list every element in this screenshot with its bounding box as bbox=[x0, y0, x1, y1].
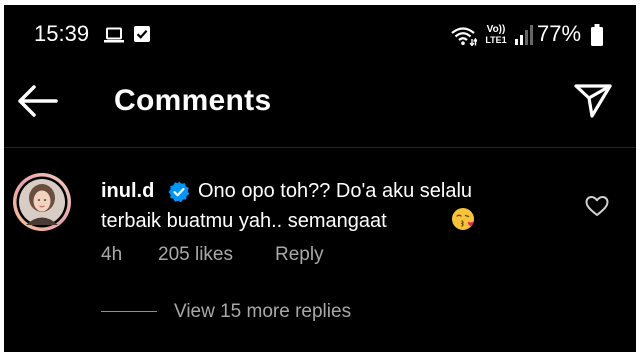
comment-text-line-1: Ono opo toh?? Do'a aku selalu bbox=[198, 180, 473, 202]
volte-bottom-text: LTE1 bbox=[485, 35, 506, 45]
header-divider bbox=[4, 147, 636, 148]
face-blowing-kiss-emoji-icon bbox=[452, 208, 474, 230]
checkbox-icon bbox=[134, 26, 150, 42]
replies-divider-line bbox=[101, 311, 157, 312]
paper-plane-icon bbox=[574, 84, 612, 118]
comment-text-line-2: terbaik buatmu yah.. semangaat bbox=[101, 210, 387, 232]
like-comment-button[interactable] bbox=[584, 194, 610, 218]
arrow-left-icon bbox=[18, 85, 58, 117]
heart-outline-icon bbox=[585, 196, 609, 216]
comment-likes-count[interactable]: 205 likes bbox=[158, 243, 233, 267]
avatar-image bbox=[13, 173, 71, 231]
avatar[interactable] bbox=[12, 172, 72, 232]
view-more-replies-button[interactable]: View 15 more replies bbox=[174, 300, 351, 324]
status-bar: 15:39 Vo)) LTE1 77% bbox=[4, 5, 636, 57]
signal-bars-icon bbox=[515, 25, 533, 45]
verified-badge-icon bbox=[168, 181, 190, 203]
reply-button[interactable]: Reply bbox=[275, 243, 324, 267]
comment-timestamp: 4h bbox=[101, 244, 123, 265]
battery-percentage: 77% bbox=[537, 21, 582, 46]
page-title: Comments bbox=[114, 84, 272, 117]
comments-screen: 15:39 Vo)) LTE1 77% Comments inul.d Ono … bbox=[4, 5, 636, 352]
status-time: 15:39 bbox=[34, 21, 90, 46]
volte-top-text: Vo)) bbox=[487, 24, 506, 35]
share-button[interactable] bbox=[570, 79, 616, 123]
volte-lte-icon: Vo)) LTE1 bbox=[485, 24, 506, 45]
laptop-icon bbox=[104, 27, 124, 43]
back-button[interactable] bbox=[14, 81, 60, 121]
battery-icon bbox=[591, 24, 603, 46]
comment-username[interactable]: inul.d bbox=[101, 177, 154, 205]
wifi-icon bbox=[451, 27, 477, 46]
